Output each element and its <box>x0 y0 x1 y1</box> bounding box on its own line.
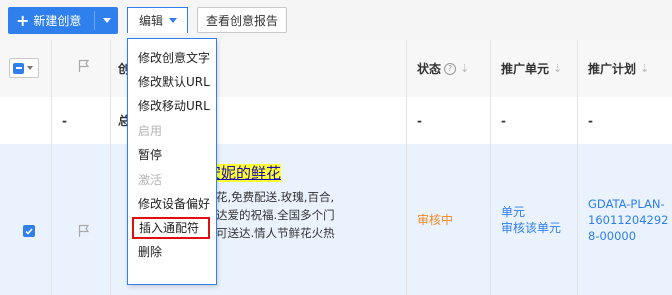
plan-header-label: 推广计划 <box>588 62 637 76</box>
new-creative-button[interactable]: + 新建创意 <box>8 7 118 34</box>
table-header-row: 创 状态 ? ⇣ 推广单元 ⇣ 推广计划 ⇣ <box>0 40 672 98</box>
edit-dropdown-menu: 修改创意文字 修改默认URL 修改移动URL 启用 暂停 激活 修改设备偏好 插… <box>127 38 217 285</box>
menu-item-device-preference[interactable]: 修改设备偏好 <box>128 191 216 215</box>
review-unit-link[interactable]: 审核该单元 <box>501 220 561 236</box>
view-report-label: 查看创意报告 <box>205 13 278 28</box>
select-all-checkbox[interactable] <box>9 58 39 78</box>
new-creative-label: 新建创意 <box>33 14 82 28</box>
menu-item-activate: 激活 <box>138 172 163 187</box>
flag-icon[interactable] <box>78 59 90 73</box>
plan-column-header[interactable]: 推广计划 ⇣ <box>588 40 668 97</box>
view-report-button[interactable]: 查看创意报告 <box>197 7 287 33</box>
new-creative-dropdown-toggle[interactable] <box>95 7 118 34</box>
menu-item-edit-text[interactable]: 修改创意文字 <box>128 45 216 69</box>
ad-description: 花,免费配送.玫瑰,百合, 达爱的祝福.全国多个门 可送达.情人节鲜花火热 <box>216 188 366 242</box>
ad-desc-line: 花,免费配送.玫瑰,百合, <box>216 190 335 204</box>
status-header-label: 状态 <box>417 62 442 76</box>
menu-item-delete[interactable]: 删除 <box>128 240 216 264</box>
sort-icon[interactable]: ⇣ <box>553 62 562 75</box>
help-icon[interactable]: ? <box>444 62 457 75</box>
menu-item-pause[interactable]: 暂停 <box>128 143 216 167</box>
partial-check-icon <box>13 62 24 74</box>
new-creative-main[interactable]: + 新建创意 <box>8 7 94 34</box>
ad-desc-line: 可送达.情人节鲜花火热 <box>216 226 335 240</box>
summary-unit: - <box>501 113 506 128</box>
status-badge: 审核中 <box>417 213 454 227</box>
status-column-header[interactable]: 状态 ? ⇣ <box>417 40 487 97</box>
creative-table: 创 状态 ? ⇣ 推广单元 ⇣ 推广计划 ⇣ - 总 - - - 安妮的鲜花 花… <box>0 40 672 295</box>
ad-desc-line: 达爱的祝福.全国多个门 <box>216 208 335 222</box>
summary-status: - <box>417 113 422 128</box>
unit-header-label: 推广单元 <box>501 62 550 76</box>
edit-button[interactable]: 编辑 <box>127 7 188 33</box>
summary-row: - 总 - - - <box>0 97 672 145</box>
sort-icon[interactable]: ⇣ <box>460 62 469 75</box>
menu-item-enable: 启用 <box>138 123 163 138</box>
summary-col1: - <box>62 113 67 128</box>
plan-link-line: GDATA-PLAN- <box>588 196 665 211</box>
sort-icon[interactable]: ⇣ <box>640 62 649 75</box>
check-icon <box>25 227 33 235</box>
plan-link-line: 8-00000 <box>588 228 637 243</box>
plus-icon: + <box>16 10 30 30</box>
unit-link[interactable]: 单元 <box>501 204 561 220</box>
table-row[interactable]: 预订安妮的鲜花 花,免费配送.玫瑰,百合, 达爱的祝福.全国多个门 可送达.情人… <box>0 144 672 295</box>
row-checkbox[interactable] <box>23 225 35 237</box>
flag-icon[interactable] <box>78 224 90 238</box>
chevron-down-icon <box>102 18 111 23</box>
plan-link[interactable]: GDATA-PLAN- 16011204292 8-00000 <box>588 196 668 244</box>
summary-plan: - <box>588 113 593 128</box>
unit-column-header[interactable]: 推广单元 ⇣ <box>501 40 571 97</box>
ad-title-keyword: 安妮的鲜花 <box>206 164 282 182</box>
menu-item-edit-default-url[interactable]: 修改默认URL <box>128 69 216 93</box>
menu-item-insert-wildcard[interactable]: 插入通配符 <box>132 216 210 239</box>
chevron-down-icon <box>27 66 33 70</box>
toolbar: + 新建创意 编辑 查看创意报告 <box>0 0 672 40</box>
chevron-down-icon <box>169 18 178 23</box>
menu-item-edit-mobile-url[interactable]: 修改移动URL <box>128 94 216 118</box>
edit-label: 编辑 <box>139 14 164 28</box>
plan-link-line: 16011204292 <box>588 212 669 227</box>
